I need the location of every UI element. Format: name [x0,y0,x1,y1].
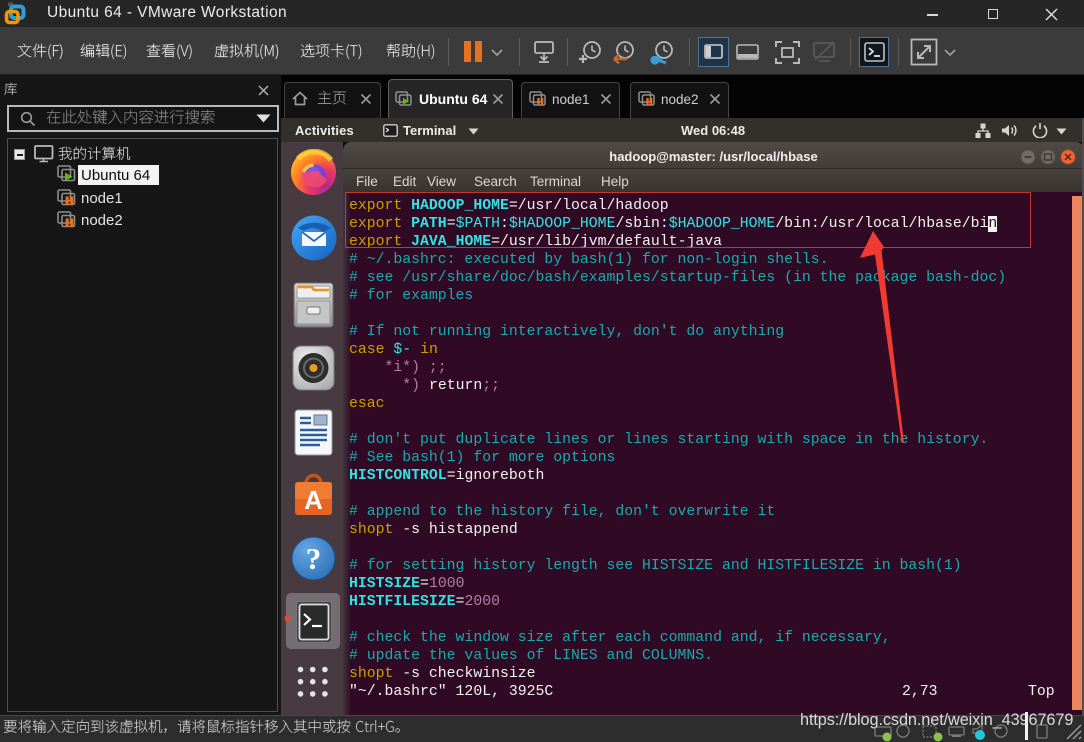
svg-text:?: ? [306,541,322,576]
svg-text:A: A [304,485,323,515]
